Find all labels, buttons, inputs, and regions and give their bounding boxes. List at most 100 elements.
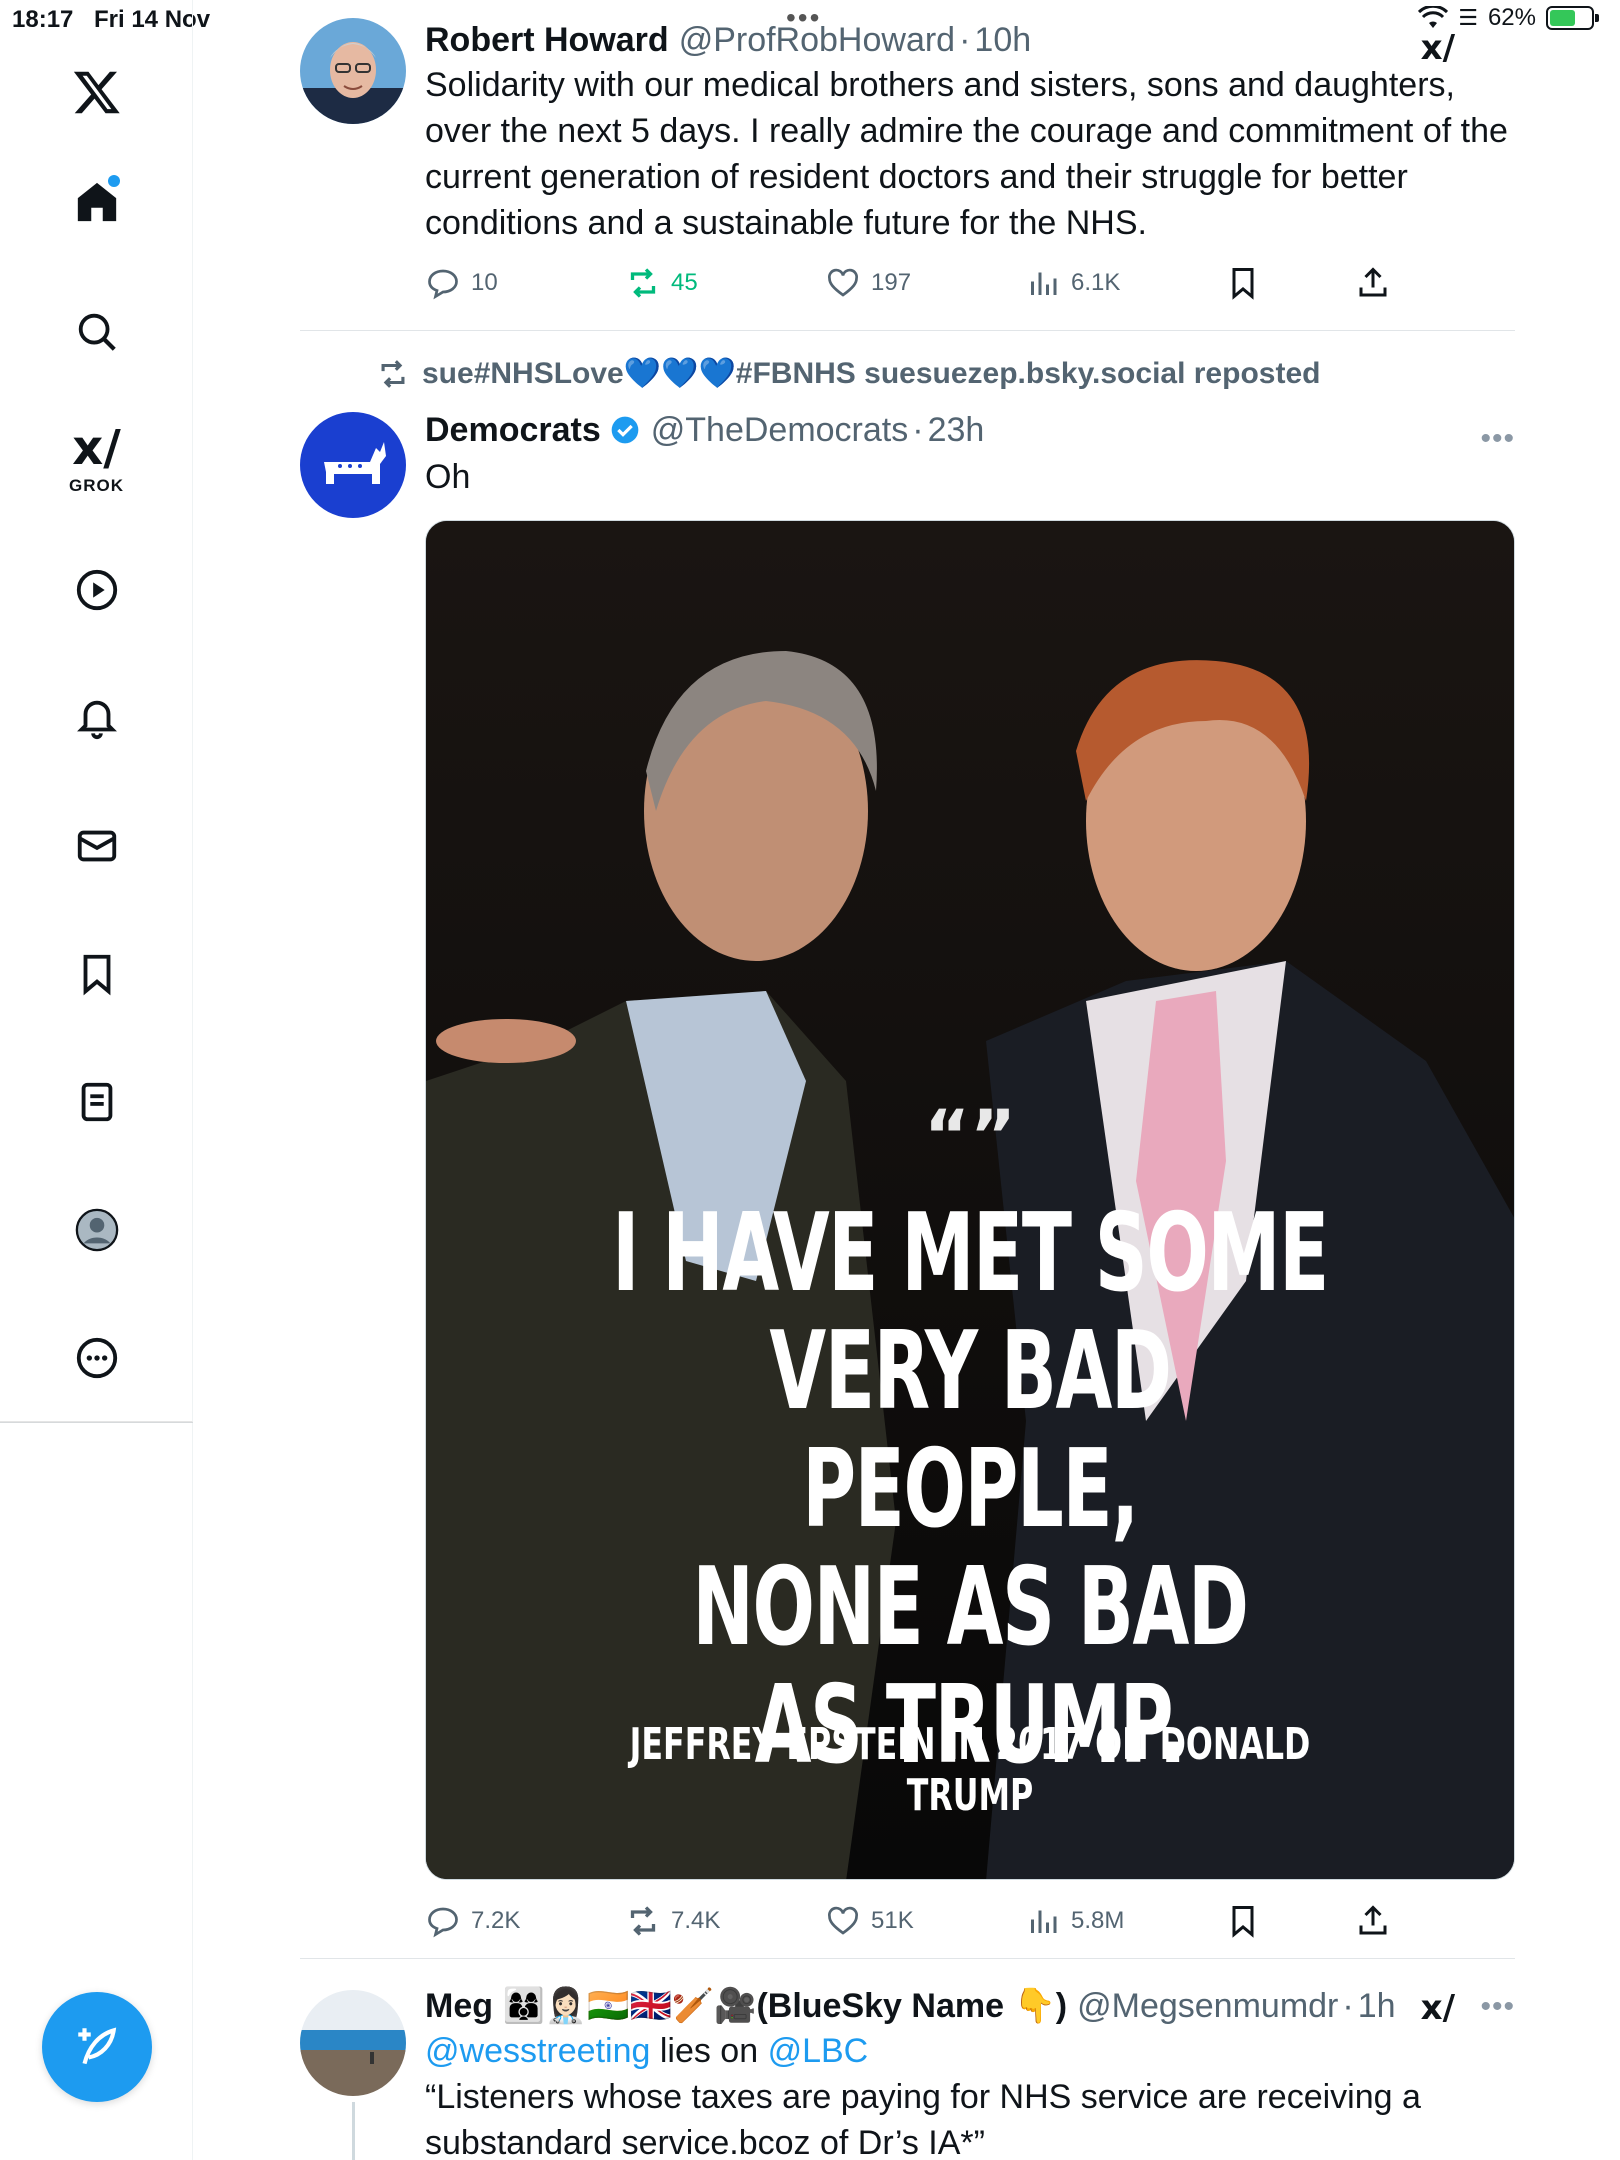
reply-count: 10 bbox=[471, 269, 498, 296]
views-button[interactable]: 6.1K bbox=[1025, 258, 1120, 308]
reposted-by-label: sue#NHSLove💙💙💙#FBNHS suesuezep.bsky.soci… bbox=[422, 357, 1321, 390]
repost-count: 7.4K bbox=[671, 1907, 721, 1934]
compose-post-button[interactable] bbox=[42, 1992, 152, 2102]
tweet-actions: 10 45 197 6.1K bbox=[425, 258, 1515, 308]
author-name[interactable]: Meg 👩‍👩‍👦👩🏻‍⚕️🇮🇳🇬🇧🏏🎥(BlueSky Name 👇) bbox=[425, 1984, 1067, 2028]
share-button[interactable] bbox=[1355, 1896, 1391, 1946]
timestamp[interactable]: 23h bbox=[928, 408, 985, 452]
tweet-democrats[interactable]: Democrats @TheDemocrats · 23h ••• Oh “” … bbox=[300, 408, 1515, 1948]
sidebar-item-grok[interactable]: x/ GROK bbox=[0, 420, 193, 500]
views-button[interactable]: 5.8M bbox=[1025, 1896, 1124, 1946]
like-button[interactable]: 197 bbox=[825, 258, 911, 308]
reply-button[interactable]: 10 bbox=[425, 258, 498, 308]
repost-icon bbox=[630, 268, 656, 298]
bell-icon bbox=[76, 700, 117, 740]
avatar[interactable] bbox=[300, 18, 406, 124]
repost-button[interactable]: 45 bbox=[625, 258, 698, 308]
x-logo-icon[interactable] bbox=[0, 62, 193, 122]
tweet-separator bbox=[300, 330, 1515, 331]
bookmark-icon bbox=[1232, 268, 1254, 300]
repost-count: 45 bbox=[671, 269, 698, 296]
tweet-separator bbox=[300, 1958, 1515, 1959]
repost-context[interactable]: sue#NHSLove💙💙💙#FBNHS suesuezep.bsky.soci… bbox=[376, 356, 1320, 391]
sidebar-item-explore[interactable] bbox=[0, 302, 193, 362]
tweet-text: Solidarity with our medical brothers and… bbox=[425, 62, 1515, 246]
tweet-text-line: conditions and a sustainable future for … bbox=[425, 204, 1147, 242]
repost-button[interactable]: 7.4K bbox=[625, 1896, 720, 1946]
avatar-photo-robert-howard bbox=[300, 18, 406, 124]
bookmark-button[interactable] bbox=[1225, 258, 1261, 308]
grok-explain-icon[interactable]: x/ bbox=[1421, 28, 1455, 68]
tweet-text: Oh bbox=[425, 458, 471, 496]
sidebar-item-bookmarks[interactable] bbox=[0, 944, 193, 1004]
tweet-image[interactable]: “” I HAVE MET SOME VERY BAD PEOPLE, NONE… bbox=[425, 520, 1515, 1880]
list-icon bbox=[81, 1082, 112, 1122]
dot-separator: · bbox=[959, 21, 971, 59]
views-chart-icon bbox=[1031, 1910, 1057, 1933]
quote-attribution: JEFFREY EPSTEIN IN 2017 ON DONALD TRUMP bbox=[629, 1719, 1311, 1821]
tweet-text-line: over the next 5 days. I really admire th… bbox=[425, 112, 1508, 150]
mention-link[interactable]: @LBC bbox=[768, 2032, 869, 2070]
reply-button[interactable]: 7.2K bbox=[425, 1896, 520, 1946]
reply-icon bbox=[428, 269, 458, 300]
search-icon bbox=[78, 313, 116, 351]
author-name[interactable]: Democrats bbox=[425, 408, 601, 452]
author-handle[interactable]: @Megsenmumdr bbox=[1077, 1984, 1338, 2028]
author-handle[interactable]: @ProfRobHoward bbox=[679, 18, 955, 62]
verified-badge-icon bbox=[611, 416, 639, 444]
avatar[interactable] bbox=[300, 412, 406, 518]
tweet-header: Meg 👩‍👩‍👦👩🏻‍⚕️🇮🇳🇬🇧🏏🎥(BlueSky Name 👇) @Me… bbox=[425, 1984, 1515, 2028]
sidebar-item-messages[interactable] bbox=[0, 816, 193, 876]
dot-separator: · bbox=[1342, 1987, 1354, 2025]
more-options-icon[interactable]: ••• bbox=[1480, 422, 1515, 456]
like-button[interactable]: 51K bbox=[825, 1896, 914, 1946]
sidebar-item-lists[interactable] bbox=[0, 1072, 193, 1132]
tweet-robert-howard[interactable]: Robert Howard @ProfRobHoward · 10h x/ So… bbox=[300, 18, 1515, 318]
tweet-text: @wesstreeting lies on @LBC “Listeners wh… bbox=[425, 2028, 1515, 2160]
quote-text: I HAVE MET SOME VERY BAD PEOPLE, NONE AS… bbox=[600, 1195, 1340, 1785]
grok-explain-icon[interactable]: x/ bbox=[1421, 1988, 1455, 2028]
sidebar-item-notifications[interactable] bbox=[0, 688, 193, 748]
sidebar-item-home[interactable] bbox=[0, 172, 193, 232]
tweet-text-line: substandard service.bcoz of Dr’s IA*” bbox=[425, 2124, 985, 2160]
more-options-icon[interactable]: ••• bbox=[1480, 1990, 1515, 2024]
share-button[interactable] bbox=[1355, 258, 1391, 308]
donkey-logo-icon bbox=[324, 442, 386, 484]
envelope-icon bbox=[77, 830, 116, 862]
author-handle[interactable]: @TheDemocrats bbox=[651, 408, 908, 452]
tweet-text-line: “Listeners whose taxes are paying for NH… bbox=[425, 2078, 1421, 2116]
more-circle-icon bbox=[76, 1337, 117, 1379]
heart-icon bbox=[828, 1906, 858, 1935]
grok-icon: x/ bbox=[72, 420, 121, 476]
sidebar-item-profile[interactable] bbox=[0, 1200, 193, 1260]
quote-mark: “” bbox=[923, 1095, 1016, 1177]
avatar[interactable] bbox=[300, 1990, 406, 2096]
timestamp[interactable]: 10h bbox=[974, 18, 1031, 62]
compose-feather-icon bbox=[78, 2027, 117, 2065]
tweet-text-line: Solidarity with our medical brothers and… bbox=[425, 66, 1455, 104]
like-count: 197 bbox=[871, 269, 912, 296]
share-icon bbox=[1359, 267, 1387, 297]
author-name[interactable]: Robert Howard bbox=[425, 18, 669, 62]
sidebar-item-videos[interactable] bbox=[0, 560, 193, 620]
grok-label: GROK bbox=[69, 476, 124, 495]
bookmark-button[interactable] bbox=[1225, 1896, 1261, 1946]
reply-count: 7.2K bbox=[471, 1907, 521, 1934]
mention-link[interactable]: @wesstreeting bbox=[425, 2032, 650, 2070]
play-circle-icon bbox=[76, 569, 117, 611]
tweet-header: Robert Howard @ProfRobHoward · 10h bbox=[425, 18, 1515, 62]
dot-separator: · bbox=[912, 411, 924, 449]
reply-icon bbox=[428, 1907, 458, 1938]
timestamp[interactable]: 1h bbox=[1358, 1984, 1396, 2028]
timeline: Robert Howard @ProfRobHoward · 10h x/ So… bbox=[193, 0, 1578, 2160]
notification-dot bbox=[108, 175, 120, 187]
tweet-actions: 7.2K 7.4K 51K 5.8M bbox=[425, 1896, 1515, 1946]
tweet-header: Democrats @TheDemocrats · 23h bbox=[425, 408, 1515, 452]
share-icon bbox=[1359, 1905, 1387, 1935]
tweet-meg[interactable]: Meg 👩‍👩‍👦👩🏻‍⚕️🇮🇳🇬🇧🏏🎥(BlueSky Name 👇) @Me… bbox=[300, 1984, 1515, 2160]
profile-avatar-icon bbox=[75, 1208, 118, 1252]
sidebar: x/ GROK bbox=[0, 0, 193, 1422]
views-count: 5.8M bbox=[1071, 1907, 1125, 1934]
views-chart-icon bbox=[1031, 272, 1057, 295]
sidebar-item-more[interactable] bbox=[0, 1328, 193, 1388]
